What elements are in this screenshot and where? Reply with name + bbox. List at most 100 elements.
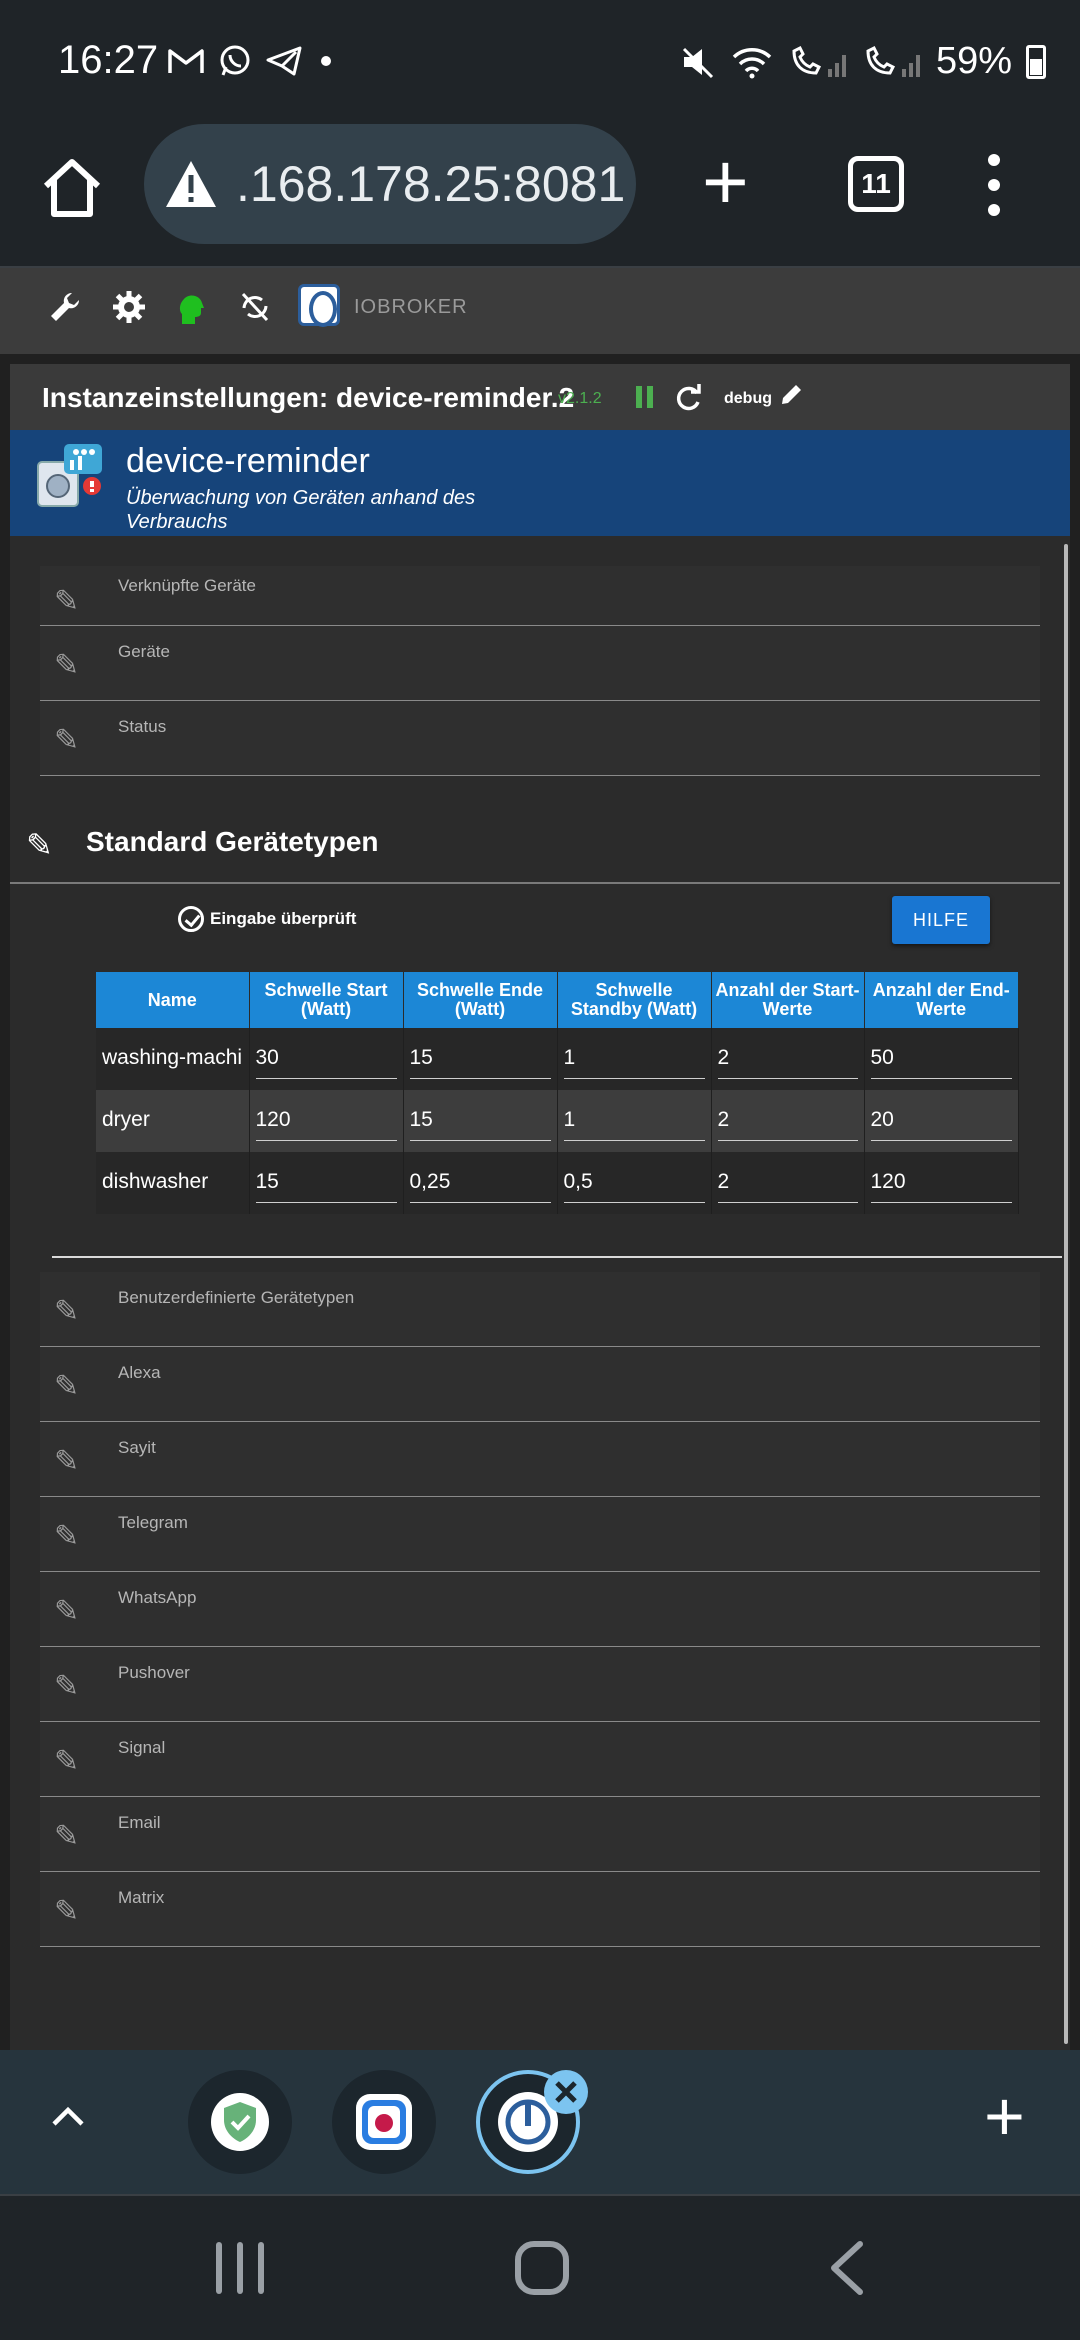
row-signal[interactable]: ✎ Signal [40, 1722, 1040, 1797]
tab-adguard[interactable] [188, 2070, 292, 2174]
cell-input[interactable]: 120 [870, 1164, 1012, 1203]
row-verknuepfte-geraete[interactable]: ✎ Verknüpfte Geräte [40, 566, 1040, 626]
battery-percent: 59% [935, 40, 1012, 82]
column-header: Anzahl der Start-Werte [711, 972, 865, 1028]
row-matrix[interactable]: ✎ Matrix [40, 1872, 1040, 1947]
divider [52, 1256, 1062, 1258]
sim1-call-icon [792, 45, 846, 77]
cell-input[interactable]: 20 [870, 1102, 1012, 1141]
battery-icon [1026, 44, 1046, 79]
browser-toolbar: .168.178.25:8081 + 11 [0, 120, 1080, 268]
section-standard-geraetetypen[interactable]: ✎ Standard Gerätetypen [10, 804, 1060, 884]
input-cell[interactable]: 120 [864, 1152, 1019, 1214]
cell-text[interactable]: washing-machine [102, 1040, 243, 1078]
cell-input[interactable]: 30 [255, 1040, 397, 1079]
pause-icon[interactable] [634, 386, 656, 408]
cell-input[interactable]: 0,5 [563, 1164, 705, 1203]
new-tab-plus-icon[interactable]: + [702, 142, 749, 222]
iobroker-brand[interactable]: IOBROKER [354, 296, 468, 319]
row-email[interactable]: ✎ Email [40, 1797, 1040, 1872]
edit-log-level-icon[interactable] [780, 382, 804, 406]
user-icon[interactable] [178, 290, 206, 324]
shield-check-icon [211, 2093, 269, 2151]
cell-input[interactable]: 15 [255, 1164, 397, 1203]
cell-input[interactable]: 0,25 [409, 1164, 551, 1203]
telegram-icon [266, 46, 302, 76]
row-label: Status [118, 717, 167, 736]
cell-input[interactable]: 1 [563, 1102, 705, 1141]
reload-icon[interactable] [674, 384, 702, 412]
row-whatsapp[interactable]: ✎ WhatsApp [40, 1572, 1040, 1647]
input-cell[interactable]: 30 [249, 1028, 404, 1090]
name-cell[interactable]: washing-machine [96, 1028, 250, 1090]
cell-input[interactable]: 15 [409, 1040, 551, 1079]
cell-text[interactable]: dryer [102, 1102, 243, 1140]
warning-icon[interactable] [164, 159, 218, 209]
wrench-icon[interactable] [48, 290, 82, 324]
sync-off-icon[interactable] [240, 290, 270, 324]
input-cell[interactable]: 2 [711, 1090, 865, 1152]
iobroker-logo[interactable] [298, 284, 340, 327]
input-cell[interactable]: 15 [249, 1152, 404, 1214]
add-tab-plus-icon[interactable]: + [984, 2081, 1025, 2151]
cell-input[interactable]: 2 [717, 1040, 858, 1079]
row-telegram[interactable]: ✎ Telegram [40, 1497, 1040, 1572]
input-cell[interactable]: 1 [557, 1090, 712, 1152]
row-label: Benutzerdefinierte Gerätetypen [118, 1288, 355, 1307]
row-pushover[interactable]: ✎ Pushover [40, 1647, 1040, 1722]
name-cell[interactable]: dryer [96, 1090, 250, 1152]
row-alexa[interactable]: ✎ Alexa [40, 1347, 1040, 1422]
url-text[interactable]: .168.178.25:8081 [236, 155, 625, 213]
cell-input[interactable]: 120 [255, 1102, 397, 1141]
name-cell[interactable]: dishwasher [96, 1152, 250, 1214]
tab-raspberry[interactable] [332, 2070, 436, 2174]
row-status[interactable]: ✎ Status [40, 701, 1040, 776]
tab-switcher-button[interactable]: 11 [848, 156, 904, 212]
cell-input[interactable]: 2 [717, 1164, 858, 1203]
home-nav-icon[interactable] [514, 2240, 570, 2296]
cell-input[interactable]: 50 [870, 1040, 1012, 1079]
row-benutzerdefinierte-geraetetypen[interactable]: ✎ Benutzerdefinierte Gerätetypen [40, 1272, 1040, 1347]
edit-icon: ✎ [54, 1445, 80, 1478]
validation-status: Eingabe überprüft [178, 906, 356, 932]
scrollbar-thumb[interactable] [1064, 544, 1068, 2044]
section-title: Standard Gerätetypen [86, 826, 379, 857]
edit-icon: ✎ [54, 649, 80, 682]
check-circle-icon [178, 906, 204, 932]
log-level-label[interactable]: debug [724, 390, 772, 408]
cell-input[interactable]: 2 [717, 1102, 858, 1141]
chevron-up-icon[interactable] [48, 2096, 88, 2136]
address-bar[interactable]: .168.178.25:8081 [144, 124, 636, 244]
row-sayit[interactable]: ✎ Sayit [40, 1422, 1040, 1497]
raspberry-app-icon [356, 2094, 412, 2150]
gear-icon[interactable] [112, 290, 146, 324]
input-cell[interactable]: 15 [403, 1028, 558, 1090]
back-icon[interactable] [826, 2240, 866, 2296]
more-menu-icon[interactable] [988, 154, 1004, 216]
row-geraete[interactable]: ✎ Geräte [40, 626, 1040, 701]
row-label: Verknüpfte Geräte [118, 576, 256, 595]
wifi-icon [732, 47, 772, 78]
notification-icons [168, 44, 336, 78]
recent-apps-icon[interactable] [214, 2240, 266, 2296]
cell-text[interactable]: dishwasher [102, 1164, 243, 1202]
edit-icon: ✎ [54, 1520, 80, 1553]
table-row: dryer 120 15 1 2 20 [96, 1090, 1019, 1152]
input-cell[interactable]: 2 [711, 1152, 865, 1214]
edit-icon: ✎ [54, 1820, 80, 1853]
input-cell[interactable]: 120 [249, 1090, 404, 1152]
edit-icon: ✎ [54, 1670, 80, 1703]
home-icon[interactable] [40, 156, 104, 220]
input-cell[interactable]: 20 [864, 1090, 1019, 1152]
input-cell[interactable]: 15 [403, 1090, 558, 1152]
adapter-name: device-reminder [126, 442, 370, 480]
cell-input[interactable]: 1 [563, 1040, 705, 1079]
input-cell[interactable]: 0,25 [403, 1152, 558, 1214]
input-cell[interactable]: 2 [711, 1028, 865, 1090]
cell-input[interactable]: 15 [409, 1102, 551, 1141]
close-tab-icon[interactable] [542, 2068, 590, 2116]
input-cell[interactable]: 1 [557, 1028, 712, 1090]
help-button[interactable]: HILFE [892, 896, 990, 944]
input-cell[interactable]: 0,5 [557, 1152, 712, 1214]
input-cell[interactable]: 50 [864, 1028, 1019, 1090]
